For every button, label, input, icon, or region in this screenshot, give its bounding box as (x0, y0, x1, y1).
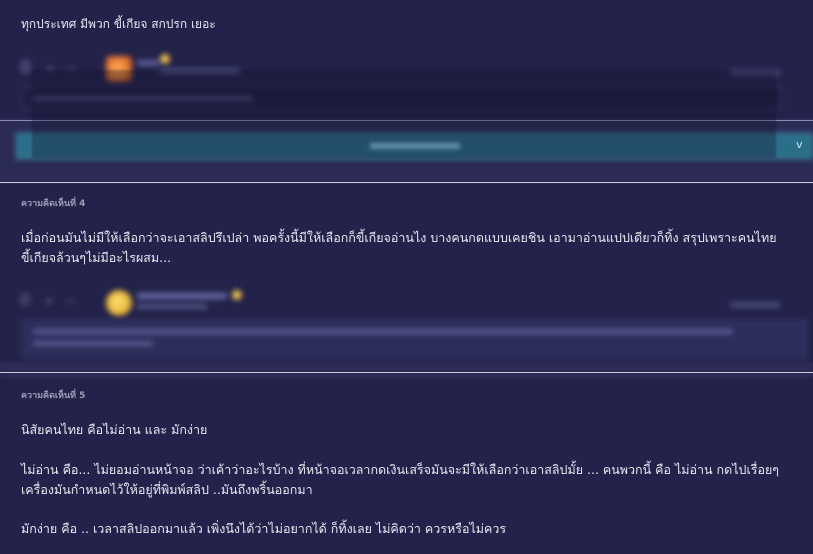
vote-score-icon: 0 (20, 290, 31, 309)
comment-top-body: ทุกประเทศ มีพวก ขี้เกียจ สกปรก เยอะ (21, 17, 216, 31)
section-divider-1 (0, 182, 813, 183)
comment-5-line-2: ไม่อ่าน คือ... ไม่ยอมอ่านหน้าจอ ว่าเค้าว… (21, 462, 779, 497)
comment-4-vote-row: 0 + − (20, 290, 280, 316)
timestamp-placeholder (137, 304, 207, 309)
badge-icon (232, 290, 242, 300)
downvote-icon[interactable]: − (66, 294, 76, 308)
section-divider-2 (0, 372, 813, 373)
reply-line-1 (33, 329, 733, 334)
time-ago-placeholder (730, 302, 780, 308)
comment-4-footer-band (0, 362, 813, 378)
user-avatar[interactable] (106, 290, 132, 316)
comment-4-body: เมื่อก่อนมันไม่มีให้เลือกว่าจะเอาสลิปรึเ… (21, 230, 777, 265)
comment-4-reply-box[interactable] (22, 320, 807, 358)
overlay-shade (32, 70, 776, 158)
comment-5-label: ความคิดเห็นที่ 5 (21, 391, 86, 401)
comment-5-line-1: นิสัยคนไทย คือไม่อ่าน และ มักง่าย (21, 422, 208, 437)
upvote-icon[interactable]: + (44, 294, 54, 308)
chevron-down-icon[interactable]: v (796, 138, 803, 151)
badge-icon (160, 54, 170, 64)
vote-score: 0 (20, 58, 31, 78)
reply-line-2 (33, 341, 153, 346)
username-placeholder[interactable] (137, 60, 159, 66)
comment-5-line-3: มักง่าย คือ .. เวลาสลิปออกมาแล้ว เพิ่งนึ… (21, 521, 507, 536)
username-placeholder[interactable] (137, 293, 227, 299)
comment-4-label: ความคิดเห็นที่ 4 (21, 199, 86, 209)
